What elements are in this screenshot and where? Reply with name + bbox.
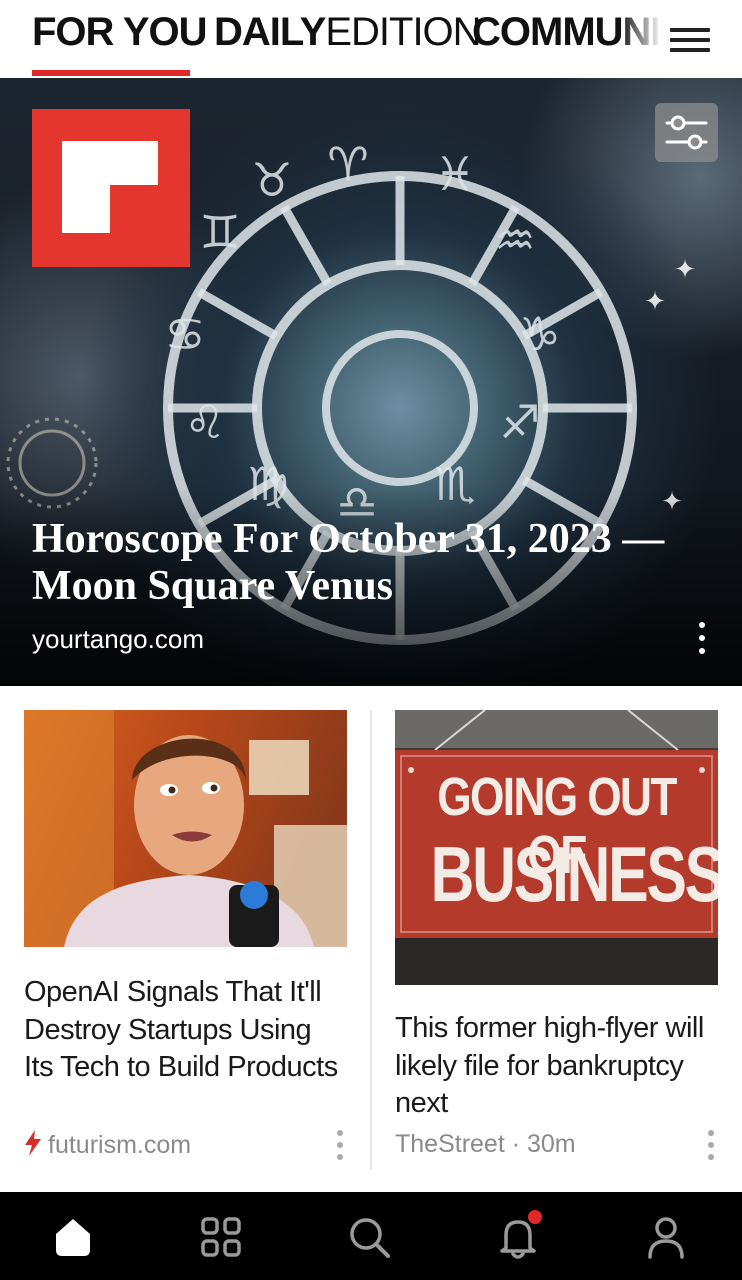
svg-text:♌: ♌ bbox=[184, 395, 225, 449]
man-interview-photo bbox=[24, 710, 347, 947]
more-vertical-icon[interactable] bbox=[703, 1128, 719, 1162]
tab-daily-edition[interactable]: DAILYEDITION bbox=[214, 8, 482, 56]
tab-daily-edition-light: EDITION bbox=[325, 10, 481, 54]
svg-text:♐: ♐ bbox=[499, 395, 540, 449]
search-icon-glyph bbox=[350, 1218, 390, 1258]
tab-for-you[interactable]: FOR YOU bbox=[32, 8, 208, 56]
story-card-image[interactable]: GOING OUT OF BUSINESS bbox=[395, 710, 718, 985]
svg-text:♈: ♈ bbox=[327, 137, 368, 191]
flipboard-logo[interactable] bbox=[32, 109, 190, 267]
home-icon[interactable] bbox=[50, 1214, 96, 1260]
story-card-image[interactable] bbox=[24, 710, 347, 947]
notification-badge bbox=[528, 1210, 542, 1224]
card-divider bbox=[370, 710, 372, 1170]
svg-text:✦: ✦ bbox=[644, 287, 666, 317]
svg-text:♑: ♑ bbox=[519, 307, 560, 361]
bottom-navigation-bar bbox=[0, 1192, 742, 1280]
svg-text:♋: ♋ bbox=[164, 307, 205, 361]
story-card[interactable]: GOING OUT OF BUSINESS This former high-f… bbox=[395, 710, 719, 1180]
tab-overflow-fade bbox=[620, 0, 672, 72]
hero-headline[interactable]: Horoscope For October 31, 2023 — Moon Sq… bbox=[32, 516, 672, 610]
story-card-title[interactable]: This former high-flyer will likely file … bbox=[395, 1010, 713, 1123]
flipboard-logo-mark bbox=[62, 141, 158, 233]
profile-icon[interactable] bbox=[643, 1214, 689, 1260]
filter-sliders-icon[interactable] bbox=[655, 103, 718, 162]
more-vertical-icon[interactable] bbox=[332, 1128, 348, 1162]
hero-source[interactable]: yourtango.com bbox=[32, 624, 204, 655]
story-card-source: futurism.com bbox=[48, 1131, 192, 1159]
story-card-title[interactable]: OpenAI Signals That It'll Destroy Startu… bbox=[24, 974, 342, 1087]
filter-sliders-glyph bbox=[665, 115, 708, 150]
sign-line-2: BUSINESS bbox=[430, 830, 718, 918]
svg-text:✦: ✦ bbox=[674, 255, 696, 285]
tab-daily-edition-bold: DAILY bbox=[214, 10, 326, 54]
lightning-icon bbox=[25, 1130, 41, 1156]
hero-story[interactable]: ♈ ♉ ♊ ♋ ♌ ♍ ♎ ♏ ♐ ♑ ♒ ♓ ✦ ✦ ✦ bbox=[0, 78, 742, 686]
hamburger-menu-icon[interactable] bbox=[666, 20, 714, 60]
bell-icon[interactable] bbox=[495, 1210, 542, 1260]
story-card-source-row[interactable]: futurism.com bbox=[24, 1130, 191, 1160]
story-card-source[interactable]: TheStreet · 30m bbox=[395, 1130, 576, 1159]
story-card[interactable]: OpenAI Signals That It'll Destroy Startu… bbox=[24, 710, 348, 1180]
svg-text:♉: ♉ bbox=[251, 153, 292, 207]
grid-icon-glyph bbox=[201, 1217, 241, 1257]
search-icon[interactable] bbox=[346, 1214, 392, 1260]
top-tab-bar: FOR YOU DAILYEDITION COMMUNI bbox=[0, 0, 742, 78]
grid-icon[interactable] bbox=[198, 1214, 244, 1260]
svg-text:♓: ♓ bbox=[434, 147, 475, 201]
profile-icon-glyph bbox=[648, 1217, 684, 1259]
svg-text:♒: ♒ bbox=[494, 213, 535, 267]
home-icon-glyph bbox=[56, 1219, 90, 1256]
active-tab-indicator bbox=[32, 70, 190, 76]
more-vertical-icon[interactable] bbox=[690, 618, 714, 658]
svg-text:♊: ♊ bbox=[199, 205, 240, 259]
